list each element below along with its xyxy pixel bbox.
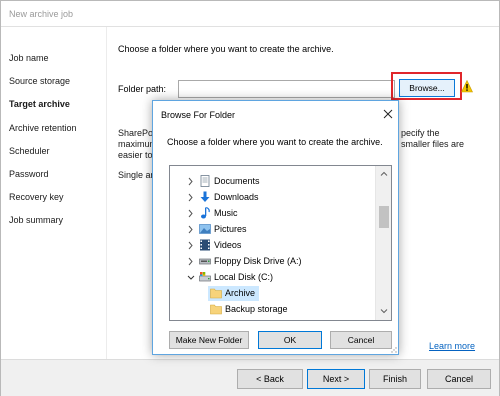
window-title: New archive job xyxy=(9,9,74,19)
tree-item-label: Videos xyxy=(214,240,242,250)
downloads-icon xyxy=(200,191,210,202)
sidebar-item-password[interactable]: Password xyxy=(9,169,49,179)
dialog-prompt: Choose a folder where you want to create… xyxy=(167,137,383,147)
cancel-button[interactable]: Cancel xyxy=(427,369,491,389)
documents-icon xyxy=(200,175,210,187)
tree-item-documents[interactable]: Documents xyxy=(170,174,375,189)
tree-item-label: Backup storage xyxy=(225,304,288,314)
make-new-folder-button[interactable]: Make New Folder xyxy=(169,331,249,349)
title-bar: New archive job xyxy=(1,1,499,27)
scrollbar-thumb[interactable] xyxy=(379,206,389,228)
tree-item-pictures[interactable]: Pictures xyxy=(170,222,375,237)
sidebar-item-source-storage[interactable]: Source storage xyxy=(9,76,70,86)
music-icon xyxy=(201,207,210,219)
tree-item-label: Pictures xyxy=(214,224,247,234)
local-disk-icon xyxy=(199,272,211,282)
tree-item-label: Music xyxy=(214,208,238,218)
sidebar-item-archive-retention[interactable]: Archive retention xyxy=(9,123,77,133)
wizard-footer: < Back Next > Finish Cancel xyxy=(1,359,499,396)
tree-item-videos[interactable]: Videos xyxy=(170,238,375,253)
next-button[interactable]: Next > xyxy=(307,369,365,389)
tree-item-label: Archive xyxy=(225,288,256,298)
finish-button[interactable]: Finish xyxy=(369,369,421,389)
dialog-title-bar: Browse For Folder xyxy=(153,101,398,129)
chevron-right-icon[interactable] xyxy=(186,254,196,269)
scroll-up-icon[interactable] xyxy=(379,169,389,179)
sharepoint-text-line1: SharePoi xyxy=(118,128,156,138)
back-button[interactable]: < Back xyxy=(237,369,303,389)
folder-icon xyxy=(210,304,222,315)
chevron-right-icon[interactable] xyxy=(186,174,196,189)
dialog-title: Browse For Folder xyxy=(161,110,236,120)
tree-item-music[interactable]: Music xyxy=(170,206,375,221)
sharepoint-text-right2: smaller files are xyxy=(401,139,465,149)
tree-item-backup-storage[interactable]: Backup storage xyxy=(208,302,338,317)
folder-path-input[interactable] xyxy=(178,80,395,98)
chevron-right-icon[interactable] xyxy=(186,190,196,205)
dialog-cancel-button[interactable]: Cancel xyxy=(330,331,392,349)
sidebar-item-recovery-key[interactable]: Recovery key xyxy=(9,192,64,202)
tree-item-label: Floppy Disk Drive (A:) xyxy=(214,256,302,266)
tree-item-floppy-disk[interactable]: Floppy Disk Drive (A:) xyxy=(170,254,375,269)
browse-button[interactable]: Browse... xyxy=(399,79,455,97)
tree-item-label: Local Disk (C:) xyxy=(214,272,274,282)
scroll-down-icon[interactable] xyxy=(379,306,389,316)
sharepoint-text-right1: pecify the xyxy=(401,128,440,138)
sidebar-item-scheduler[interactable]: Scheduler xyxy=(9,146,50,156)
wizard-sidebar: Job name Source storage Target archive A… xyxy=(1,27,107,359)
videos-icon xyxy=(200,239,210,251)
tree-item-label: Documents xyxy=(214,176,260,186)
ok-button[interactable]: OK xyxy=(258,331,322,349)
close-icon[interactable] xyxy=(381,107,395,121)
tree-item-local-disk[interactable]: Local Disk (C:) xyxy=(170,270,375,285)
folder-icon xyxy=(210,288,222,299)
chevron-right-icon[interactable] xyxy=(186,206,196,221)
chevron-right-icon[interactable] xyxy=(186,238,196,253)
chevron-right-icon[interactable] xyxy=(186,222,196,237)
folder-tree[interactable]: Documents Downloads Music Pictures Video… xyxy=(169,165,392,321)
page-prompt: Choose a folder where you want to create… xyxy=(118,44,334,54)
sidebar-item-target-archive[interactable]: Target archive xyxy=(9,99,70,109)
learn-more-link[interactable]: Learn more xyxy=(429,341,475,351)
resize-grip-icon[interactable] xyxy=(389,345,397,353)
folder-path-label: Folder path: xyxy=(118,84,167,94)
floppy-icon xyxy=(199,258,211,265)
chevron-down-icon[interactable] xyxy=(186,270,196,285)
warning-icon xyxy=(461,80,473,93)
tree-item-label: Downloads xyxy=(214,192,259,202)
browse-for-folder-dialog: Browse For Folder Choose a folder where … xyxy=(152,100,399,355)
sidebar-item-job-name[interactable]: Job name xyxy=(9,53,49,63)
sidebar-item-job-summary[interactable]: Job summary xyxy=(9,215,63,225)
pictures-icon xyxy=(199,224,211,234)
tree-scrollbar[interactable] xyxy=(375,166,391,320)
tree-item-downloads[interactable]: Downloads xyxy=(170,190,375,205)
tree-item-archive[interactable]: Archive xyxy=(208,286,259,301)
